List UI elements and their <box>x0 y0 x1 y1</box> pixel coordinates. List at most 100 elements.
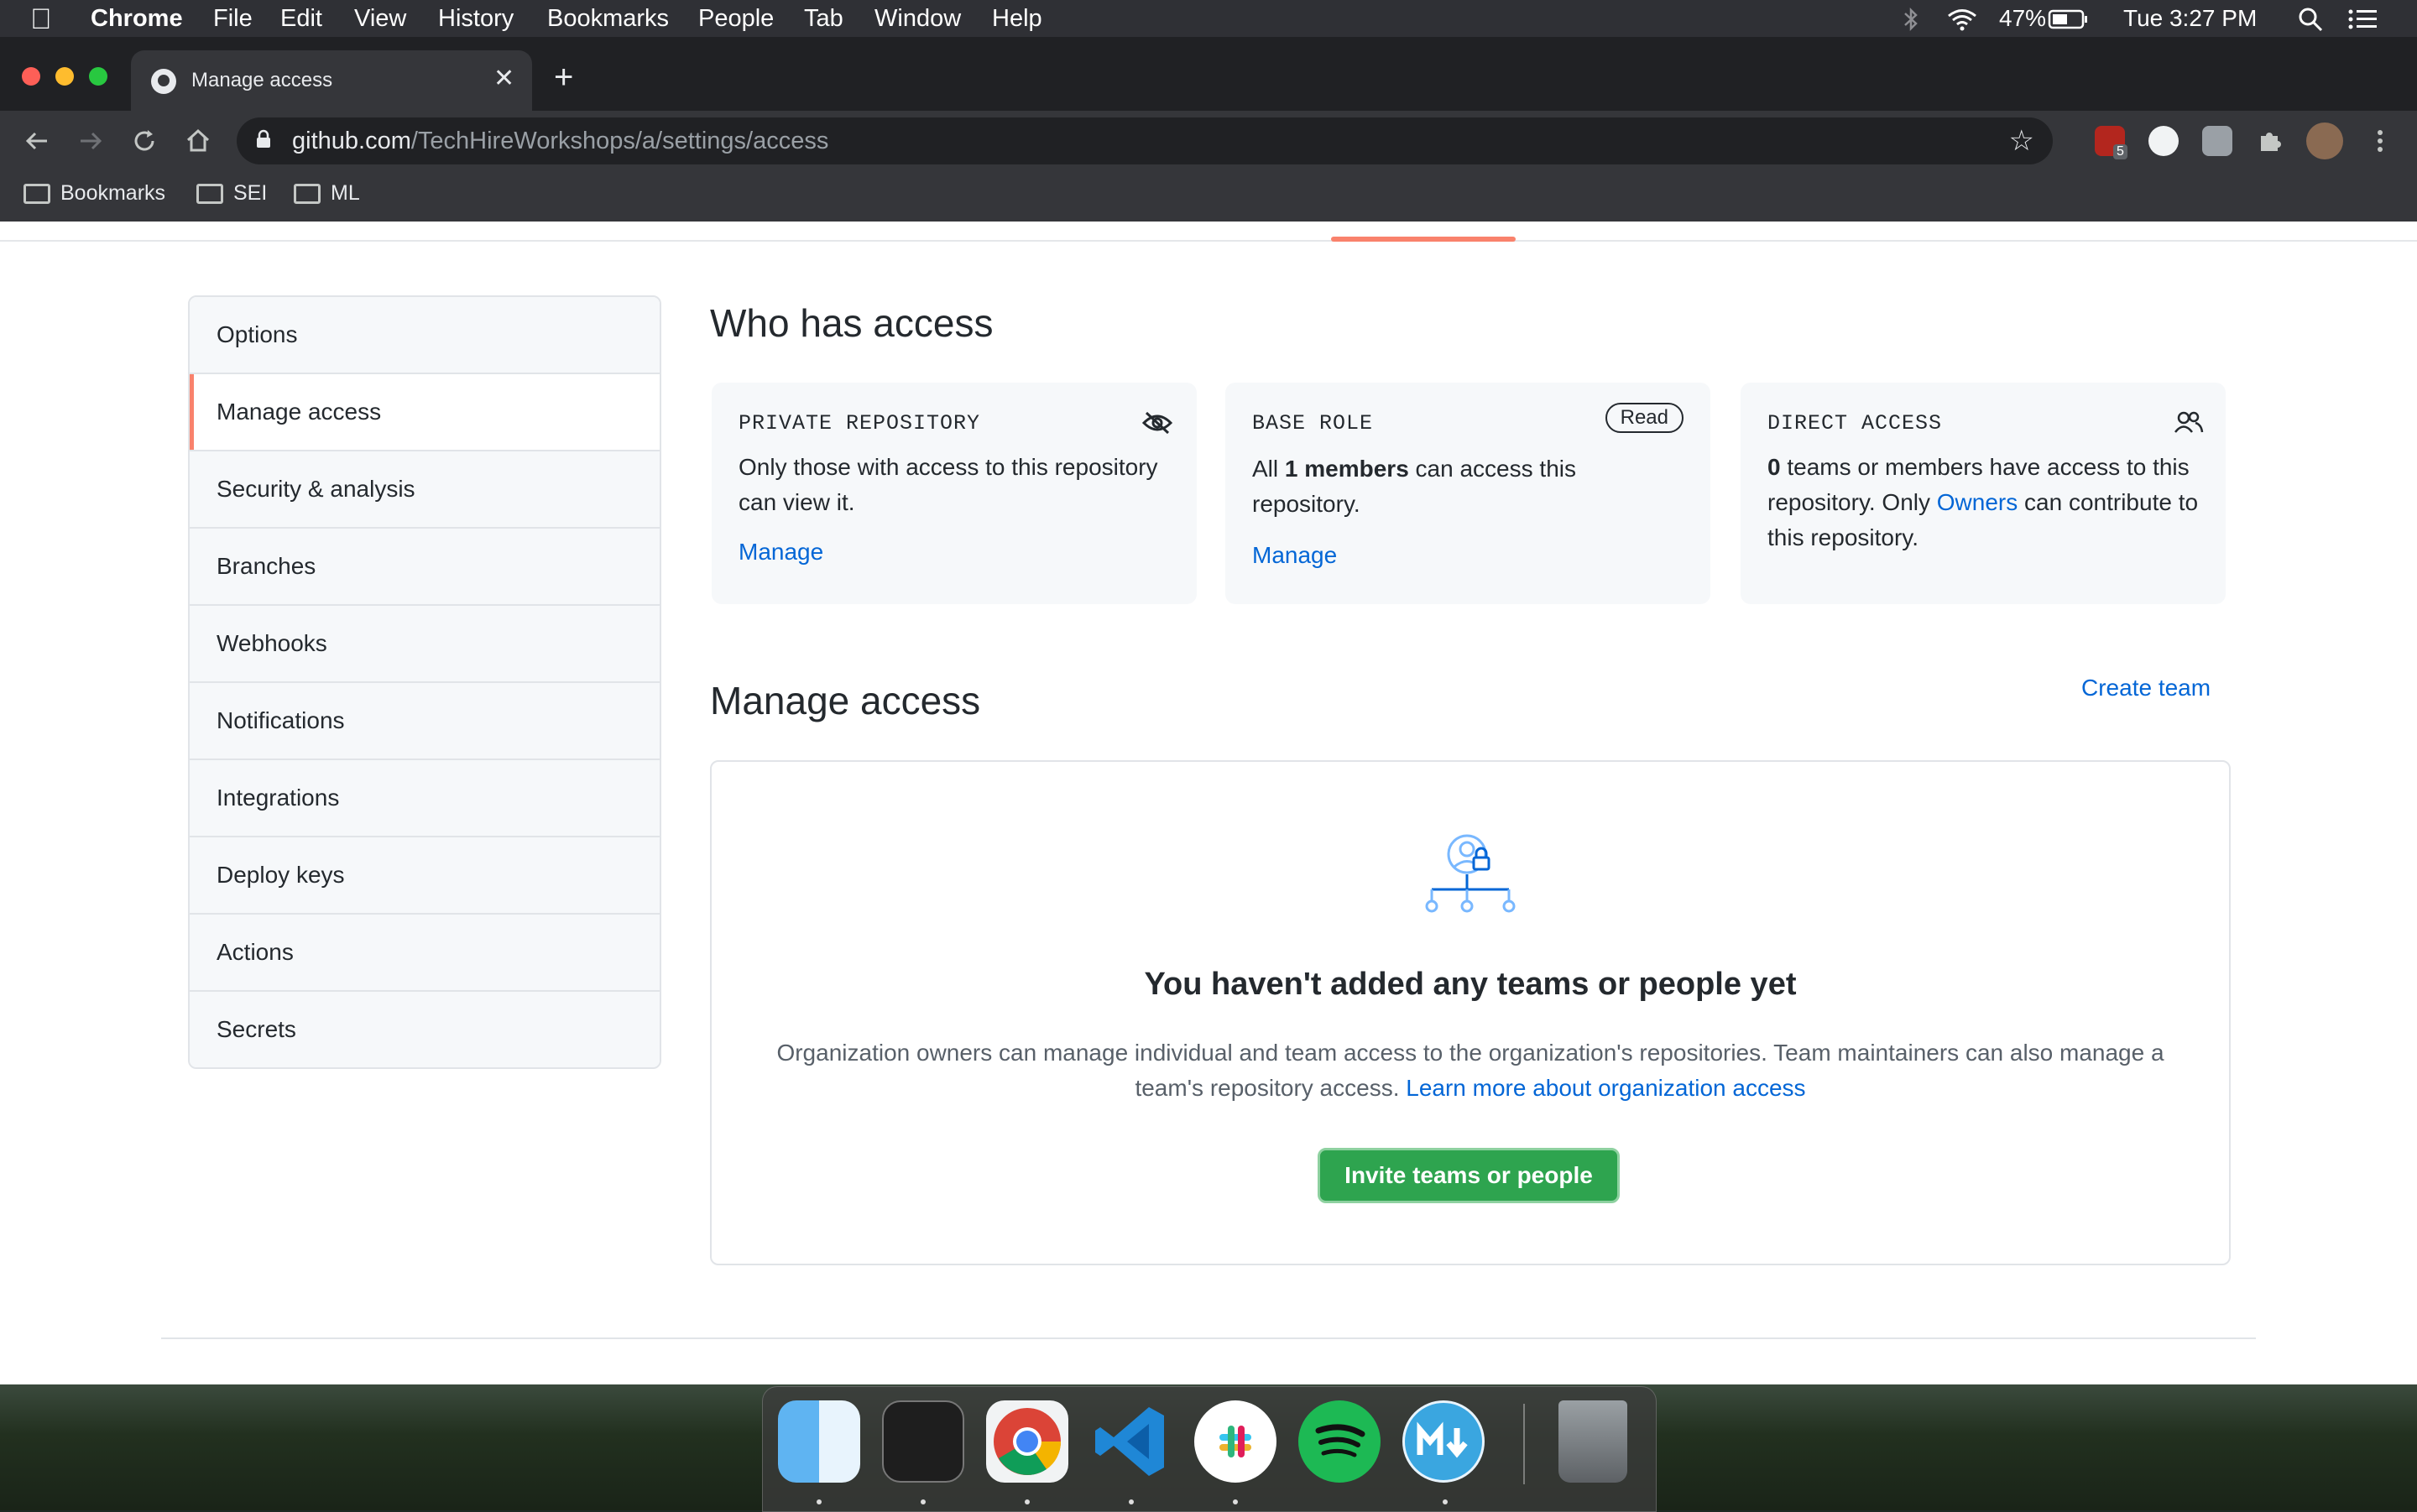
back-arrow-icon[interactable] <box>22 126 52 156</box>
sidebar-item-security-analysis[interactable]: Security & analysis <box>190 450 660 527</box>
base-role-manage-link[interactable]: Manage <box>1252 542 1337 569</box>
page-content: Options Manage access Security & analysi… <box>0 222 2417 1384</box>
sidebar-item-secrets[interactable]: Secrets <box>190 990 660 1067</box>
repo-nav-border <box>0 240 2417 242</box>
card-text: 0 teams or members have access to this r… <box>1767 450 2204 555</box>
menu-file[interactable]: File <box>213 5 253 33</box>
sidebar-item-manage-access[interactable]: Manage access <box>190 373 660 450</box>
people-icon <box>2174 411 2204 433</box>
notification-center-icon[interactable] <box>2347 7 2378 32</box>
sidebar-item-integrations[interactable]: Integrations <box>190 759 660 836</box>
forward-arrow-icon[interactable] <box>76 126 106 156</box>
trash-dock-icon[interactable] <box>1558 1400 1627 1483</box>
window-minimize-button[interactable] <box>55 67 74 86</box>
menu-app-name[interactable]: Chrome <box>91 5 183 33</box>
running-indicator <box>1233 1499 1238 1504</box>
vscode-logo-icon <box>1095 1407 1164 1476</box>
battery-percent: 47% <box>1999 5 2047 31</box>
bookmark-folder-ml[interactable]: ML <box>294 181 360 206</box>
ublock-badge: 5 <box>2113 144 2127 159</box>
menu-clock[interactable]: Tue 3:27 PM <box>2123 5 2257 32</box>
manage-access-heading: Manage access <box>710 679 981 722</box>
sidebar-item-deploy-keys[interactable]: Deploy keys <box>190 836 660 913</box>
menu-people[interactable]: People <box>698 5 774 33</box>
window-zoom-button[interactable] <box>89 67 107 86</box>
sidebar-item-notifications[interactable]: Notifications <box>190 681 660 759</box>
menu-help[interactable]: Help <box>992 5 1042 33</box>
tab-title: Manage access <box>191 69 333 91</box>
settings-tab-underline <box>1331 237 1516 242</box>
manage-access-blankslate: You haven't added any teams or people ye… <box>710 760 2231 1265</box>
macos-dock <box>762 1386 1657 1512</box>
lock-icon[interactable] <box>255 129 272 149</box>
eye-closed-icon <box>1141 411 1173 435</box>
reload-icon[interactable] <box>129 126 159 156</box>
invite-teams-or-people-button[interactable]: Invite teams or people <box>1318 1148 1620 1203</box>
url-path: /TechHireWorkshops/a/settings/access <box>410 128 829 154</box>
menu-history[interactable]: History <box>438 5 514 33</box>
settings-sidebar: Options Manage access Security & analysi… <box>188 295 661 1069</box>
terminal-dock-icon[interactable] <box>882 1400 964 1483</box>
card-label: BASE ROLE <box>1252 411 1374 435</box>
macos-menu-bar:  Chrome File Edit View History Bookmark… <box>0 0 2417 37</box>
menu-view[interactable]: View <box>354 5 406 33</box>
who-has-access-heading: Who has access <box>710 301 994 345</box>
team-lock-icon <box>1425 834 1516 913</box>
menu-tab[interactable]: Tab <box>804 5 843 33</box>
create-team-link[interactable]: Create team <box>2081 675 2211 701</box>
direct-access-card: DIRECT ACCESS 0 teams or members have ac… <box>1741 383 2226 604</box>
card-label: DIRECT ACCESS <box>1767 411 1943 435</box>
card-text: All 1 members can access this repository… <box>1252 451 1689 522</box>
sidebar-item-webhooks[interactable]: Webhooks <box>190 604 660 681</box>
menu-bookmarks[interactable]: Bookmarks <box>547 5 669 33</box>
slack-logo-icon <box>1219 1426 1251 1457</box>
home-icon[interactable] <box>183 126 213 156</box>
battery-icon[interactable] <box>2048 8 2090 30</box>
base-role-badge: Read <box>1605 403 1684 433</box>
menu-edit[interactable]: Edit <box>280 5 322 33</box>
bookmark-star-icon[interactable]: ☆ <box>2009 124 2034 158</box>
bookmark-folder-sei[interactable]: SEI <box>196 181 267 206</box>
bluetooth-icon[interactable] <box>1902 7 1920 32</box>
extensions-puzzle-icon[interactable] <box>2254 126 2284 156</box>
tab-close-icon[interactable]: ✕ <box>493 64 514 93</box>
url-host: github.com <box>292 128 411 154</box>
window-close-button[interactable] <box>22 67 40 86</box>
vscode-dock-icon[interactable] <box>1090 1400 1172 1483</box>
sidebar-item-options[interactable]: Options <box>190 297 660 373</box>
extension-circle-icon[interactable] <box>2148 126 2179 156</box>
github-favicon-icon <box>151 69 176 94</box>
profile-avatar[interactable] <box>2306 123 2343 159</box>
new-tab-plus-icon[interactable]: + <box>554 60 573 94</box>
menu-window[interactable]: Window <box>874 5 961 33</box>
footer-divider <box>161 1337 2256 1339</box>
bookmark-folder-bookmarks[interactable]: Bookmarks <box>23 181 165 206</box>
card-text: Only those with access to this repositor… <box>739 454 1158 515</box>
bookmarks-bar: Bookmarks SEI ML <box>0 171 2417 222</box>
url-text: github.com/TechHireWorkshops/a/settings/… <box>292 128 828 155</box>
address-bar[interactable]: github.com/TechHireWorkshops/a/settings/… <box>237 117 2053 164</box>
browser-tab-active[interactable]: Manage access ✕ <box>131 50 532 111</box>
spotlight-search-icon[interactable] <box>2296 5 2325 34</box>
blankslate-description: Organization owners can manage individua… <box>745 1035 2195 1106</box>
slack-dock-icon[interactable] <box>1194 1400 1276 1483</box>
private-manage-link[interactable]: Manage <box>739 539 823 566</box>
wifi-icon[interactable] <box>1945 7 1979 32</box>
chrome-menu-kebab-icon[interactable] <box>2365 126 2395 156</box>
owners-link[interactable]: Owners <box>1937 489 2018 515</box>
dock-separator <box>1523 1404 1525 1484</box>
folder-icon <box>196 184 223 205</box>
sidebar-item-branches[interactable]: Branches <box>190 527 660 604</box>
spotify-dock-icon[interactable] <box>1298 1400 1381 1483</box>
base-role-card: BASE ROLE Read All 1 members can access … <box>1225 383 1710 604</box>
learn-more-link[interactable]: Learn more about organization access <box>1406 1075 1805 1101</box>
direct-count: 0 <box>1767 454 1781 480</box>
markdown-editor-dock-icon[interactable] <box>1402 1400 1485 1483</box>
folder-icon <box>294 184 321 205</box>
apple-menu-icon[interactable]:  <box>30 3 52 36</box>
running-indicator <box>1443 1499 1448 1504</box>
chrome-dock-icon[interactable] <box>986 1400 1068 1483</box>
extension-square-icon[interactable] <box>2202 126 2232 156</box>
finder-dock-icon[interactable] <box>778 1400 860 1483</box>
sidebar-item-actions[interactable]: Actions <box>190 913 660 990</box>
